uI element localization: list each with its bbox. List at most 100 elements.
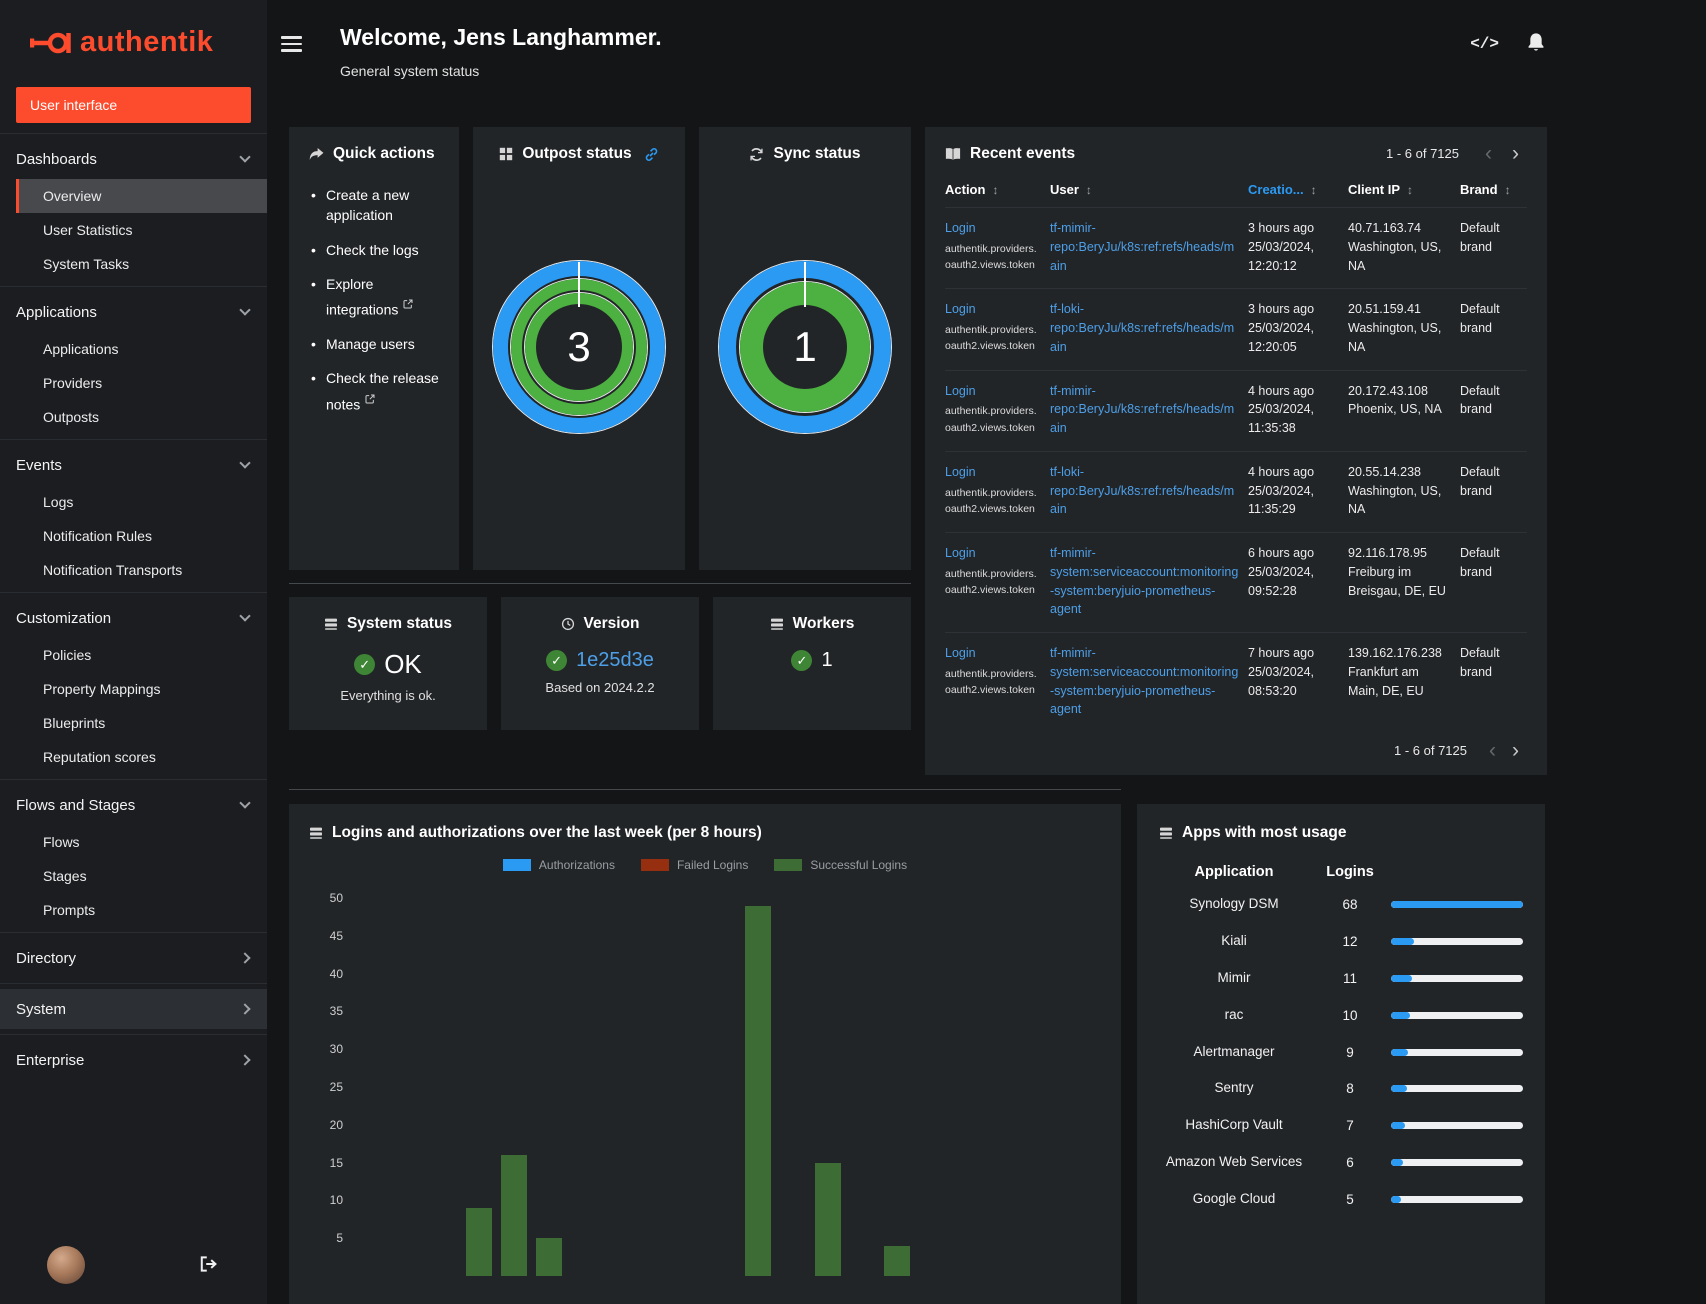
sidebar-nav: Dashboards Overview User Statistics System … — [0, 133, 267, 1246]
sidebar-item-prompts[interactable]: Prompts — [16, 893, 267, 927]
sidebar-section: Directory — [0, 932, 267, 983]
sidebar-item-providers[interactable]: Providers — [16, 366, 267, 400]
event-brand-cell: Default brand — [1460, 221, 1500, 254]
event-client-ip-cell: 20.172.43.108 Phoenix, US, NA — [1348, 370, 1460, 451]
system-status-value: OK — [384, 649, 422, 679]
sidebar-item-notification-rules[interactable]: Notification Rules — [16, 519, 267, 553]
pagination-next-button[interactable]: › — [1504, 740, 1527, 761]
sidebar-item-logs[interactable]: Logs — [16, 485, 267, 519]
sidebar-section-events[interactable]: Events — [0, 445, 267, 485]
quick-action-link-check-the-logs[interactable]: Check the logs — [326, 242, 419, 258]
pagination-prev-button[interactable]: ‹ — [1481, 740, 1504, 761]
sidebar-section-applications[interactable]: Applications — [0, 292, 267, 332]
event-action-link[interactable]: Login — [945, 302, 976, 316]
event-user-link[interactable]: tf-mimir-system:serviceaccount:monitorin… — [1050, 646, 1238, 716]
usage-progress-bar — [1391, 1048, 1523, 1056]
legend-swatch — [502, 859, 531, 871]
pagination-prev-button[interactable]: ‹ — [1477, 143, 1500, 164]
usage-progress-fill — [1391, 1122, 1405, 1130]
quick-action-link-create-a-new-application[interactable]: Create a new application — [326, 187, 409, 223]
column-header-label: User — [1050, 182, 1079, 197]
event-action-link[interactable]: Login — [945, 384, 976, 398]
authentik-logo[interactable]: authentik — [0, 0, 267, 79]
event-action-link[interactable]: Login — [945, 465, 976, 479]
code-icon: </> — [1470, 34, 1499, 53]
user-avatar[interactable] — [47, 1246, 85, 1284]
notifications-button[interactable] — [1527, 32, 1545, 55]
column-header-creation[interactable]: Creatio... ↕ — [1248, 174, 1348, 208]
sort-icon: ↕ — [1504, 183, 1511, 197]
quick-actions-list: Create a new application Check the logs Ex… — [309, 185, 439, 415]
apps-usage-card: Apps with most usage Application Logins … — [1137, 804, 1545, 1304]
sidebar-item-user-statistics[interactable]: User Statistics — [16, 213, 267, 247]
top-cards-row: Quick actions Create a new application Ch… — [289, 127, 1547, 775]
legend-label: Authorizations — [538, 858, 615, 872]
sidebar-item-flows[interactable]: Flows — [16, 825, 267, 859]
left-card-stack: Quick actions Create a new application Ch… — [289, 127, 911, 775]
event-user-cell: tf-loki-repo:BeryJu/k8s:ref:refs/heads/m… — [1050, 451, 1248, 532]
section-divider — [289, 583, 911, 584]
api-browser-button[interactable]: </> — [1470, 35, 1499, 53]
sidebar-section-customization[interactable]: Customization — [0, 598, 267, 638]
sidebar-item-system-tasks[interactable]: System Tasks — [16, 247, 267, 281]
pagination-next-button[interactable]: › — [1504, 143, 1527, 164]
event-client-ip-cell: 40.71.163.74 Washington, US, NA — [1348, 208, 1460, 289]
event-user-link[interactable]: tf-mimir-system:serviceaccount:monitorin… — [1050, 546, 1238, 616]
event-user-link[interactable]: tf-mimir-repo:BeryJu/k8s:ref:refs/heads/… — [1050, 384, 1234, 436]
event-user-link[interactable]: tf-loki-repo:BeryJu/k8s:ref:refs/heads/m… — [1050, 302, 1234, 354]
logout-button[interactable] — [199, 1255, 219, 1276]
sidebar-section-enterprise[interactable]: Enterprise — [0, 1040, 267, 1080]
sidebar-toggle-button[interactable] — [281, 36, 302, 52]
legend-item-successful-logins[interactable]: Successful Logins — [774, 858, 907, 872]
column-header-brand[interactable]: Brand ↕ — [1460, 174, 1527, 208]
sync-status-donut: 1 — [719, 261, 891, 433]
app-login-count: 10 — [1342, 1007, 1358, 1023]
outpost-status-donut: 3 — [493, 261, 665, 433]
sidebar-footer — [0, 1246, 267, 1304]
sidebar-section-flows-and-stages[interactable]: Flows and Stages — [0, 785, 267, 825]
sidebar-section: Events Logs Notification Rules Notification… — [0, 439, 267, 592]
legend-item-failed-logins[interactable]: Failed Logins — [640, 858, 748, 872]
event-user-cell: tf-mimir-system:serviceaccount:monitorin… — [1050, 533, 1248, 633]
column-header-user[interactable]: User ↕ — [1050, 174, 1248, 208]
column-header-action[interactable]: Action ↕ — [945, 174, 1050, 208]
event-created-timestamp: 25/03/2024, 08:53:20 — [1248, 664, 1315, 698]
event-action-link[interactable]: Login — [945, 221, 976, 235]
user-interface-button[interactable]: User interface — [16, 87, 251, 123]
outpost-link-icon[interactable] — [644, 147, 659, 162]
event-user-link[interactable]: tf-loki-repo:BeryJu/k8s:ref:refs/heads/m… — [1050, 465, 1234, 517]
event-action-link[interactable]: Login — [945, 546, 976, 560]
quick-action-link-check-the-release-notes[interactable]: Check the release notes — [326, 370, 439, 412]
event-client-ip: 92.116.178.95 — [1348, 546, 1428, 560]
usage-progress-fill — [1391, 1159, 1403, 1167]
quick-action-link-explore-integrations[interactable]: Explore integrations — [326, 276, 398, 318]
sidebar-item-policies[interactable]: Policies — [16, 638, 267, 672]
event-action-link[interactable]: Login — [945, 646, 976, 660]
app-root: authentik User interface Dashboards Overv… — [0, 0, 1706, 1304]
sidebar-section-directory[interactable]: Directory — [0, 938, 267, 978]
usage-progress-bar — [1391, 937, 1523, 945]
event-user-link[interactable]: tf-mimir-repo:BeryJu/k8s:ref:refs/heads/… — [1050, 221, 1234, 273]
usage-progress-bar — [1391, 1011, 1523, 1019]
legend-item-authorizations[interactable]: Authorizations — [502, 858, 615, 872]
column-header-client-ip[interactable]: Client IP ↕ — [1348, 174, 1460, 208]
event-action-context: authentik.providers.oauth2.views.token — [945, 324, 1037, 353]
y-axis-label: 10 — [329, 1193, 343, 1208]
version-link[interactable]: 1e25d3e — [576, 649, 654, 672]
chevron-down-icon — [239, 457, 251, 469]
sidebar-item-reputation-scores[interactable]: Reputation scores — [16, 740, 267, 774]
sidebar-section-system[interactable]: System — [0, 989, 267, 1029]
sidebar-item-property-mappings[interactable]: Property Mappings — [16, 672, 267, 706]
quick-action-link-manage-users[interactable]: Manage users — [326, 336, 415, 352]
chart-legend: Authorizations Failed Logins Successful Lo… — [309, 858, 1101, 872]
event-action-context: authentik.providers.oauth2.views.token — [945, 667, 1037, 697]
usage-progress-bar — [1391, 900, 1523, 908]
sidebar-item-overview[interactable]: Overview — [16, 179, 267, 213]
sidebar-item-applications[interactable]: Applications — [16, 332, 267, 366]
sidebar-item-outposts[interactable]: Outposts — [16, 400, 267, 434]
sidebar-item-stages[interactable]: Stages — [16, 859, 267, 893]
sidebar-item-blueprints[interactable]: Blueprints — [16, 706, 267, 740]
sidebar-section-dashboards[interactable]: Dashboards — [0, 139, 267, 179]
sidebar-item-notification-transports[interactable]: Notification Transports — [16, 553, 267, 587]
usage-progress-fill — [1391, 1196, 1401, 1204]
